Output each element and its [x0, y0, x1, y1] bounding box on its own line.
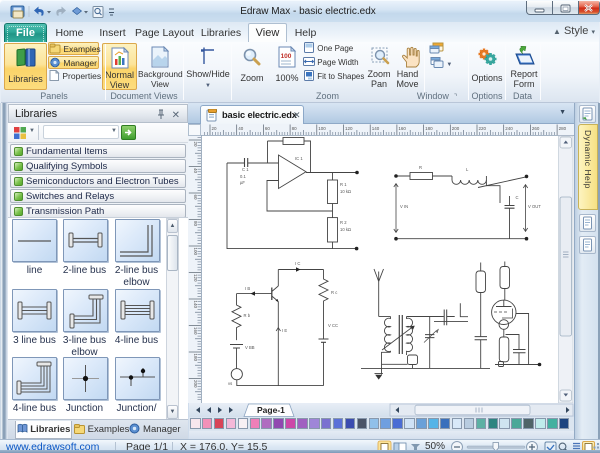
svg-text:R 2: R 2	[340, 220, 347, 225]
svg-text:120: 120	[345, 126, 353, 131]
svg-text:10 kΩ: 10 kΩ	[340, 189, 351, 194]
svg-text:80: 80	[292, 126, 298, 131]
svg-text:80: 80	[193, 221, 198, 227]
svg-text:180: 180	[425, 126, 433, 131]
svg-text:R 1: R 1	[340, 182, 347, 187]
svg-text:Page-1: Page-1	[257, 405, 285, 415]
svg-text:140: 140	[372, 126, 380, 131]
svg-text:60: 60	[265, 126, 271, 131]
svg-text:60: 60	[193, 195, 198, 201]
svg-text:I B: I B	[245, 286, 250, 291]
svg-text:200: 200	[193, 380, 198, 388]
svg-text:I C: I C	[295, 261, 300, 266]
svg-text:IC 1: IC 1	[295, 156, 303, 161]
svg-text:280: 280	[559, 126, 567, 131]
svg-text:V OUT: V OUT	[528, 204, 541, 209]
svg-text:100: 100	[193, 248, 198, 256]
svg-text:40: 40	[238, 126, 244, 131]
svg-text:I E: I E	[282, 328, 287, 333]
svg-text:100: 100	[281, 53, 292, 60]
svg-text:V IN: V IN	[400, 204, 408, 209]
svg-text:120: 120	[193, 274, 198, 282]
svg-text:220: 220	[479, 126, 487, 131]
svg-text:160: 160	[398, 126, 406, 131]
svg-text:240: 240	[505, 126, 513, 131]
svg-text:R c: R c	[331, 290, 337, 295]
svg-text:160: 160	[193, 327, 198, 335]
svg-text:40: 40	[193, 168, 198, 174]
svg-text:100: 100	[318, 126, 326, 131]
svg-text:140: 140	[193, 301, 198, 309]
svg-text:R b: R b	[244, 313, 251, 318]
svg-text:200: 200	[452, 126, 460, 131]
svg-text:V BB: V BB	[245, 345, 255, 350]
svg-text:C: C	[516, 195, 519, 200]
svg-text:V CC: V CC	[328, 323, 338, 328]
svg-text:0.1: 0.1	[240, 174, 246, 179]
svg-text:vs: vs	[228, 381, 232, 386]
svg-text:µF: µF	[240, 180, 245, 185]
svg-text:260: 260	[532, 126, 540, 131]
svg-text:R: R	[419, 165, 422, 170]
svg-text:20: 20	[212, 126, 218, 131]
svg-text:C 1: C 1	[242, 167, 249, 172]
svg-text:180: 180	[193, 354, 198, 362]
svg-text:10 kΩ: 10 kΩ	[340, 227, 351, 232]
svg-text:20: 20	[193, 142, 198, 148]
